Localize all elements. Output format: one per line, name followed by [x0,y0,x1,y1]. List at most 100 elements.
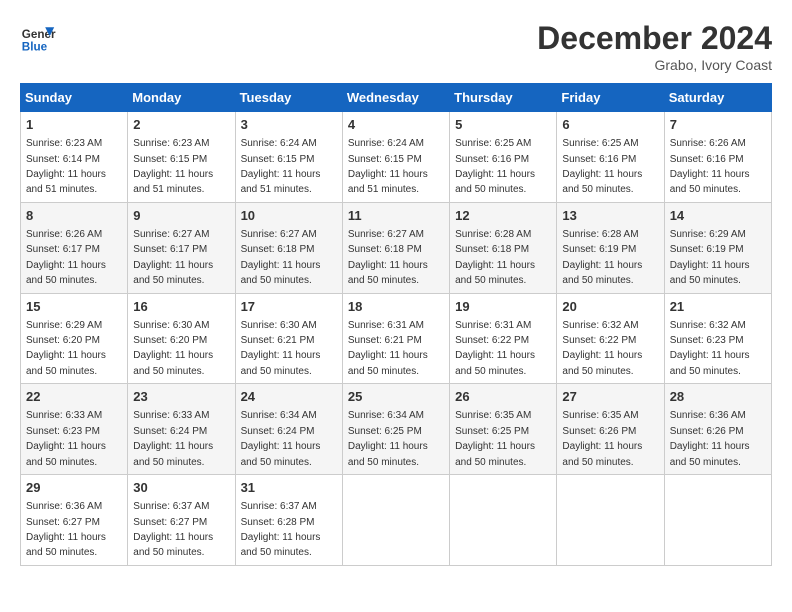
day-info: Sunrise: 6:34 AMSunset: 6:24 PMDaylight:… [241,410,321,467]
day-info: Sunrise: 6:27 AMSunset: 6:18 PMDaylight:… [241,229,321,286]
day-info: Sunrise: 6:25 AMSunset: 6:16 PMDaylight:… [455,138,535,195]
day-info: Sunrise: 6:31 AMSunset: 6:21 PMDaylight:… [348,320,428,377]
day-info: Sunrise: 6:25 AMSunset: 6:16 PMDaylight:… [562,138,642,195]
day-number: 1 [26,116,122,134]
day-number: 2 [133,116,229,134]
day-info: Sunrise: 6:24 AMSunset: 6:15 PMDaylight:… [348,138,428,195]
day-cell: 11 Sunrise: 6:27 AMSunset: 6:18 PMDayligh… [342,202,449,293]
day-cell: 7Sunrise: 6:26 AMSunset: 6:16 PMDaylight… [664,112,771,203]
day-info: Sunrise: 6:33 AMSunset: 6:24 PMDaylight:… [133,410,213,467]
day-number: 21 [670,298,766,316]
day-number: 3 [241,116,337,134]
col-header-friday: Friday [557,84,664,112]
day-cell: 13 Sunrise: 6:28 AMSunset: 6:19 PMDayligh… [557,202,664,293]
day-cell: 17 Sunrise: 6:30 AMSunset: 6:21 PMDayligh… [235,293,342,384]
day-cell: 29 Sunrise: 6:36 AMSunset: 6:27 PMDayligh… [21,475,128,566]
day-cell: 14Sunrise: 6:29 AMSunset: 6:19 PMDayligh… [664,202,771,293]
day-info: Sunrise: 6:23 AMSunset: 6:14 PMDaylight:… [26,138,106,195]
day-cell: 5 Sunrise: 6:25 AMSunset: 6:16 PMDaylight… [450,112,557,203]
day-number: 13 [562,207,658,225]
day-cell: 2Sunrise: 6:23 AMSunset: 6:15 PMDaylight… [128,112,235,203]
day-number: 5 [455,116,551,134]
day-cell: 8Sunrise: 6:26 AMSunset: 6:17 PMDaylight… [21,202,128,293]
day-cell: 30Sunrise: 6:37 AMSunset: 6:27 PMDayligh… [128,475,235,566]
week-row-4: 22 Sunrise: 6:33 AMSunset: 6:23 PMDayligh… [21,384,772,475]
day-info: Sunrise: 6:35 AMSunset: 6:26 PMDaylight:… [562,410,642,467]
day-cell: 12Sunrise: 6:28 AMSunset: 6:18 PMDayligh… [450,202,557,293]
day-number: 14 [670,207,766,225]
day-info: Sunrise: 6:26 AMSunset: 6:16 PMDaylight:… [670,138,750,195]
day-number: 11 [348,207,444,225]
day-number: 10 [241,207,337,225]
day-number: 25 [348,388,444,406]
day-cell: 4 Sunrise: 6:24 AMSunset: 6:15 PMDaylight… [342,112,449,203]
day-number: 18 [348,298,444,316]
day-info: Sunrise: 6:27 AMSunset: 6:17 PMDaylight:… [133,229,213,286]
day-number: 4 [348,116,444,134]
day-number: 6 [562,116,658,134]
day-cell: 27 Sunrise: 6:35 AMSunset: 6:26 PMDayligh… [557,384,664,475]
day-number: 29 [26,479,122,497]
day-number: 17 [241,298,337,316]
col-header-monday: Monday [128,84,235,112]
day-cell [557,475,664,566]
day-info: Sunrise: 6:28 AMSunset: 6:19 PMDaylight:… [562,229,642,286]
day-info: Sunrise: 6:30 AMSunset: 6:20 PMDaylight:… [133,320,213,377]
day-cell: 26 Sunrise: 6:35 AMSunset: 6:25 PMDayligh… [450,384,557,475]
day-cell: 25 Sunrise: 6:34 AMSunset: 6:25 PMDayligh… [342,384,449,475]
col-header-tuesday: Tuesday [235,84,342,112]
day-info: Sunrise: 6:36 AMSunset: 6:26 PMDaylight:… [670,410,750,467]
week-row-3: 15 Sunrise: 6:29 AMSunset: 6:20 PMDayligh… [21,293,772,384]
day-cell: 3 Sunrise: 6:24 AMSunset: 6:15 PMDaylight… [235,112,342,203]
day-info: Sunrise: 6:32 AMSunset: 6:23 PMDaylight:… [670,320,750,377]
day-cell: 18 Sunrise: 6:31 AMSunset: 6:21 PMDayligh… [342,293,449,384]
day-info: Sunrise: 6:30 AMSunset: 6:21 PMDaylight:… [241,320,321,377]
day-info: Sunrise: 6:24 AMSunset: 6:15 PMDaylight:… [241,138,321,195]
col-header-thursday: Thursday [450,84,557,112]
day-info: Sunrise: 6:32 AMSunset: 6:22 PMDaylight:… [562,320,642,377]
day-number: 22 [26,388,122,406]
day-info: Sunrise: 6:29 AMSunset: 6:20 PMDaylight:… [26,320,106,377]
day-info: Sunrise: 6:36 AMSunset: 6:27 PMDaylight:… [26,501,106,558]
day-number: 27 [562,388,658,406]
title-block: December 2024 Grabo, Ivory Coast [537,20,772,73]
day-cell: 21 Sunrise: 6:32 AMSunset: 6:23 PMDayligh… [664,293,771,384]
col-header-wednesday: Wednesday [342,84,449,112]
day-info: Sunrise: 6:31 AMSunset: 6:22 PMDaylight:… [455,320,535,377]
day-cell: 23 Sunrise: 6:33 AMSunset: 6:24 PMDayligh… [128,384,235,475]
day-cell [664,475,771,566]
day-number: 24 [241,388,337,406]
day-number: 30 [133,479,229,497]
col-header-sunday: Sunday [21,84,128,112]
day-number: 26 [455,388,551,406]
day-number: 15 [26,298,122,316]
day-cell: 31Sunrise: 6:37 AMSunset: 6:28 PMDayligh… [235,475,342,566]
day-info: Sunrise: 6:35 AMSunset: 6:25 PMDaylight:… [455,410,535,467]
day-number: 31 [241,479,337,497]
day-number: 23 [133,388,229,406]
day-number: 12 [455,207,551,225]
day-cell: 28 Sunrise: 6:36 AMSunset: 6:26 PMDayligh… [664,384,771,475]
day-info: Sunrise: 6:34 AMSunset: 6:25 PMDaylight:… [348,410,428,467]
logo: General Blue [20,20,56,56]
day-cell [450,475,557,566]
svg-text:Blue: Blue [22,41,48,54]
day-cell: 22 Sunrise: 6:33 AMSunset: 6:23 PMDayligh… [21,384,128,475]
day-number: 28 [670,388,766,406]
day-cell: 24 Sunrise: 6:34 AMSunset: 6:24 PMDayligh… [235,384,342,475]
day-info: Sunrise: 6:33 AMSunset: 6:23 PMDaylight:… [26,410,106,467]
day-info: Sunrise: 6:27 AMSunset: 6:18 PMDaylight:… [348,229,428,286]
day-info: Sunrise: 6:26 AMSunset: 6:17 PMDaylight:… [26,229,106,286]
month-title: December 2024 [537,20,772,57]
day-cell: 16Sunrise: 6:30 AMSunset: 6:20 PMDayligh… [128,293,235,384]
day-number: 19 [455,298,551,316]
page-header: General Blue December 2024 Grabo, Ivory … [20,20,772,73]
calendar-table: SundayMondayTuesdayWednesdayThursdayFrid… [20,83,772,566]
logo-icon: General Blue [20,20,56,56]
day-number: 20 [562,298,658,316]
day-cell: 20 Sunrise: 6:32 AMSunset: 6:22 PMDayligh… [557,293,664,384]
week-row-1: 1 Sunrise: 6:23 AMSunset: 6:14 PMDaylight… [21,112,772,203]
col-header-saturday: Saturday [664,84,771,112]
day-cell [342,475,449,566]
day-cell: 6 Sunrise: 6:25 AMSunset: 6:16 PMDaylight… [557,112,664,203]
